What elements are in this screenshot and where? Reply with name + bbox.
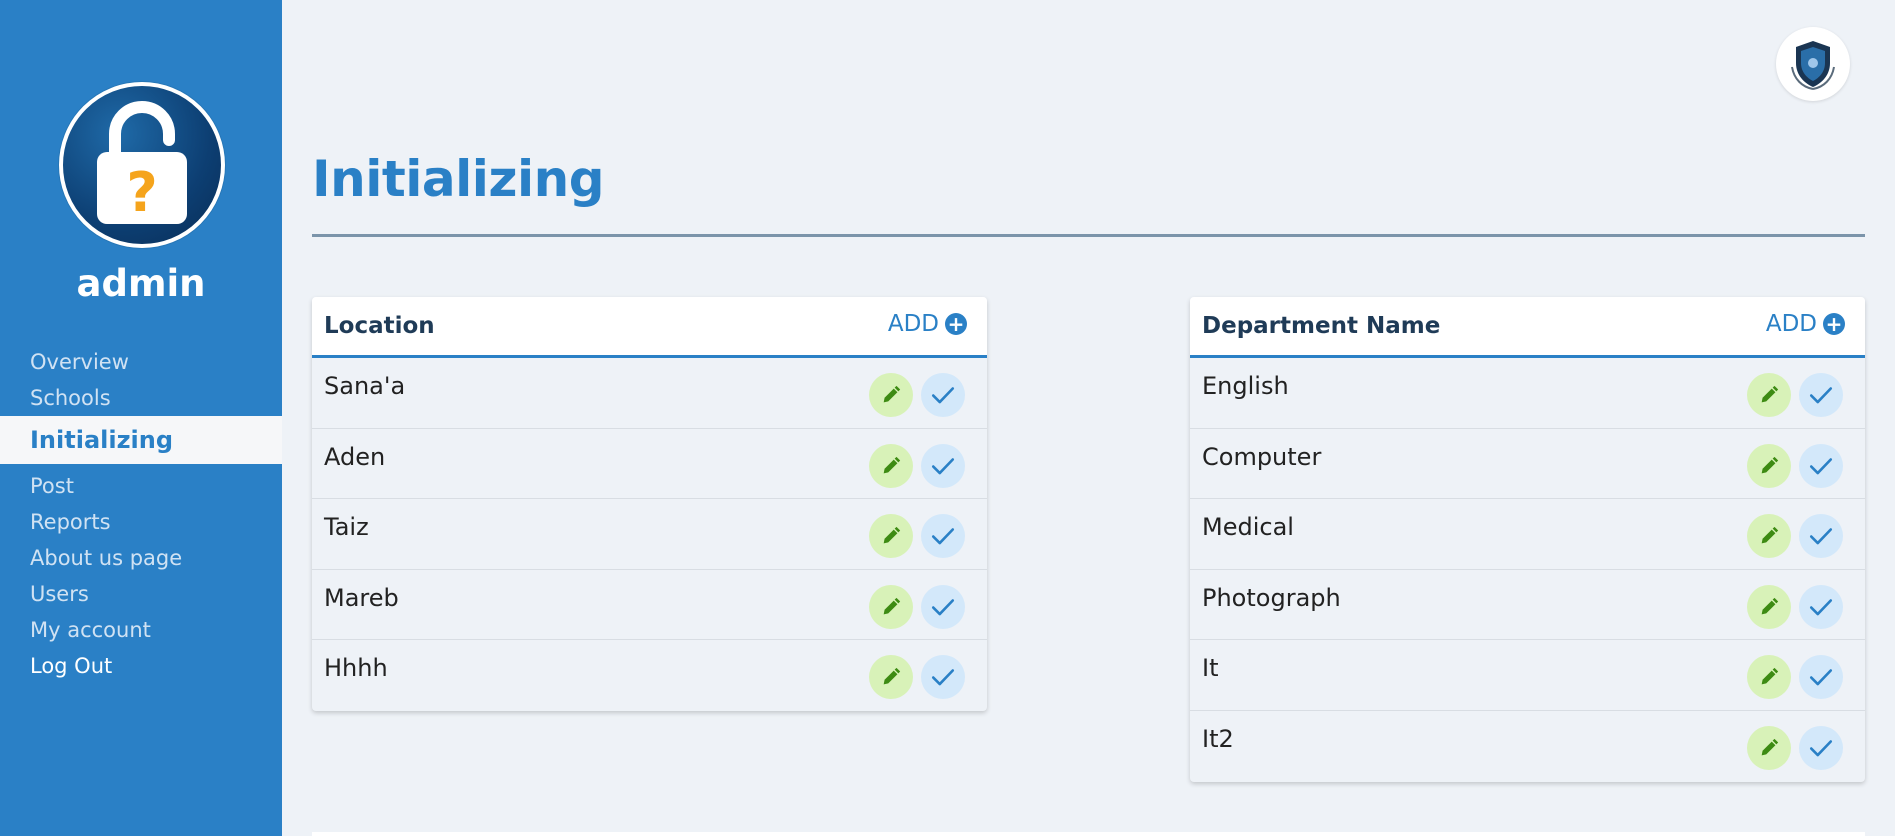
confirm-button[interactable] [1799,725,1843,770]
sidebar-item-overview[interactable]: Overview [0,344,129,380]
pencil-icon [883,385,901,403]
pencil-icon [883,527,901,544]
department-header-title: Department Name [1202,313,1441,339]
pencil-icon [883,668,901,685]
edit-button[interactable] [869,514,913,559]
sidebar-item-reports[interactable]: Reports [0,504,111,540]
avatar: ? [59,82,225,248]
confirm-button[interactable] [1799,373,1843,417]
check-icon [931,528,955,545]
sidebar-item-log-out[interactable]: Log Out [0,648,112,684]
location-card: Location ADD + Sana'a Aden Taiz Mareb Hhhh [312,297,987,711]
add-location-button[interactable]: ADD + [888,311,967,337]
add-department-label: ADD [1765,311,1817,337]
check-icon [931,598,955,616]
department-row: It2 [1190,711,1865,782]
location-name: Aden [324,442,386,471]
check-icon [1809,387,1833,404]
location-row: Hhhh [312,640,987,711]
location-name: Sana'a [324,372,406,400]
department-row: Medical [1190,499,1865,570]
plus-circle-icon: + [1823,313,1845,335]
check-icon [1809,528,1833,545]
department-list: English Computer Medical Photograph It It2 [1190,358,1865,782]
pencil-icon [1761,597,1779,615]
check-icon [931,457,955,474]
pencil-icon [883,597,901,615]
check-icon [1809,598,1833,616]
lock-question-icon: ? [97,101,187,224]
add-location-label: ADD [887,311,939,337]
department-card-header: Department Name ADD + [1190,297,1865,358]
confirm-button[interactable] [921,443,965,488]
sidebar: ? admin Overview Schools Initializing Po… [0,0,282,836]
department-card: Department Name ADD + English Computer Med… [1190,297,1865,782]
department-name: Computer [1202,442,1322,471]
edit-button[interactable] [1747,373,1791,417]
sidebar-item-users[interactable]: Users [0,576,89,612]
department-name: It2 [1202,724,1234,753]
department-name: Photograph [1202,583,1341,612]
confirm-button[interactable] [921,655,965,700]
check-icon [931,669,955,686]
location-name: Hhhh [324,654,388,683]
location-card-header: Location ADD + [312,297,987,358]
check-icon [1809,457,1833,474]
pencil-icon [1761,668,1779,685]
location-row: Sana'a [312,358,987,429]
edit-button[interactable] [1747,443,1791,488]
pencil-icon [1761,527,1779,544]
title-divider [312,234,1865,237]
confirm-button[interactable] [921,373,965,417]
edit-button[interactable] [869,443,913,488]
department-row: Photograph [1190,570,1865,641]
confirm-button[interactable] [1799,514,1843,559]
svg-text:?: ? [126,161,157,224]
check-icon [1809,669,1833,686]
edit-button[interactable] [1747,584,1791,629]
pencil-icon [1761,738,1779,756]
sidebar-item-my-account[interactable]: My account [0,612,151,648]
location-row: Mareb [312,570,987,641]
edit-button[interactable] [1747,725,1791,770]
sidebar-item-about-us-page[interactable]: About us page [0,540,182,576]
sidebar-item-initializing[interactable]: Initializing [0,416,282,464]
confirm-button[interactable] [921,514,965,559]
confirm-button[interactable] [921,584,965,629]
location-header-title: Location [324,313,435,339]
sidebar-item-post[interactable]: Post [0,468,74,504]
username: admin [76,262,206,305]
school-logo[interactable] [1776,27,1850,101]
department-row: Computer [1190,429,1865,500]
edit-button[interactable] [869,655,913,700]
pencil-icon [1761,456,1779,473]
add-department-button[interactable]: ADD + [1766,311,1845,337]
edit-button[interactable] [1747,655,1791,700]
department-name: It [1202,654,1219,683]
location-list: Sana'a Aden Taiz Mareb Hhhh [312,358,987,711]
department-row: English [1190,358,1865,429]
shield-emblem-icon [1791,41,1835,90]
page-title: Initializing [312,150,605,208]
location-row: Aden [312,429,987,500]
department-name: English [1202,372,1289,400]
check-icon [931,387,955,404]
department-name: Medical [1202,513,1294,542]
check-icon [1809,740,1833,757]
pencil-icon [1761,385,1779,403]
location-name: Taiz [324,513,369,542]
location-row: Taiz [312,499,987,570]
plus-circle-icon: + [945,313,967,335]
edit-button[interactable] [1747,514,1791,559]
confirm-button[interactable] [1799,443,1843,488]
edit-button[interactable] [869,584,913,629]
sidebar-item-schools[interactable]: Schools [0,380,111,416]
location-name: Mareb [324,583,399,612]
edit-button[interactable] [869,373,913,417]
confirm-button[interactable] [1799,584,1843,629]
confirm-button[interactable] [1799,655,1843,700]
bottom-divider [312,832,1865,836]
pencil-icon [883,456,901,473]
department-row: It [1190,640,1865,711]
